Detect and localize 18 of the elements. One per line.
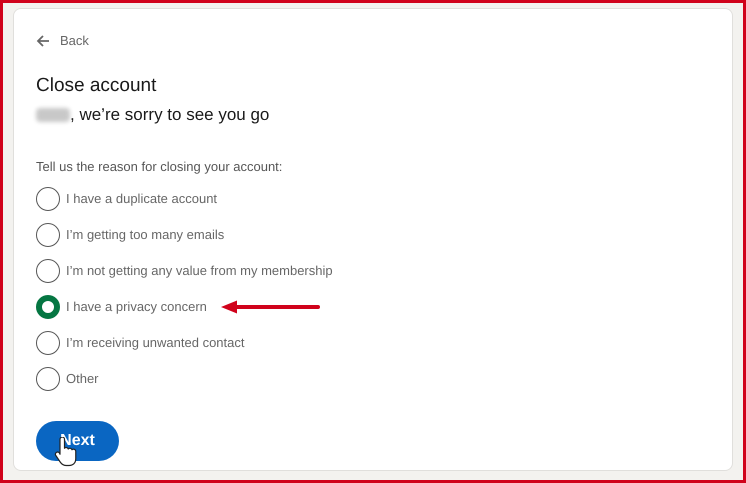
reason-label: I have a privacy concern [66, 298, 207, 316]
radio-button[interactable] [36, 222, 60, 247]
reason-prompt: Tell us the reason for closing your account: [36, 158, 282, 176]
radio-button[interactable] [36, 258, 60, 283]
reason-label: Other [66, 370, 99, 388]
back-link[interactable]: Back [36, 31, 89, 50]
reason-label: I’m getting too many emails [66, 226, 224, 244]
radio-button[interactable] [36, 186, 60, 211]
page-title: Close account [36, 74, 156, 98]
redacted-name [36, 108, 70, 122]
reason-label: I have a duplicate account [66, 190, 218, 208]
radio-button[interactable] [36, 330, 60, 355]
back-arrow-icon [36, 34, 50, 48]
reason-label: I’m not getting any value from my membership [66, 262, 333, 280]
radio-button[interactable] [36, 294, 60, 319]
radio-button[interactable] [36, 366, 60, 391]
reason-label: I’m receiving unwanted contact [66, 334, 244, 352]
page-subtitle: , we’re sorry to see you go [70, 104, 270, 126]
